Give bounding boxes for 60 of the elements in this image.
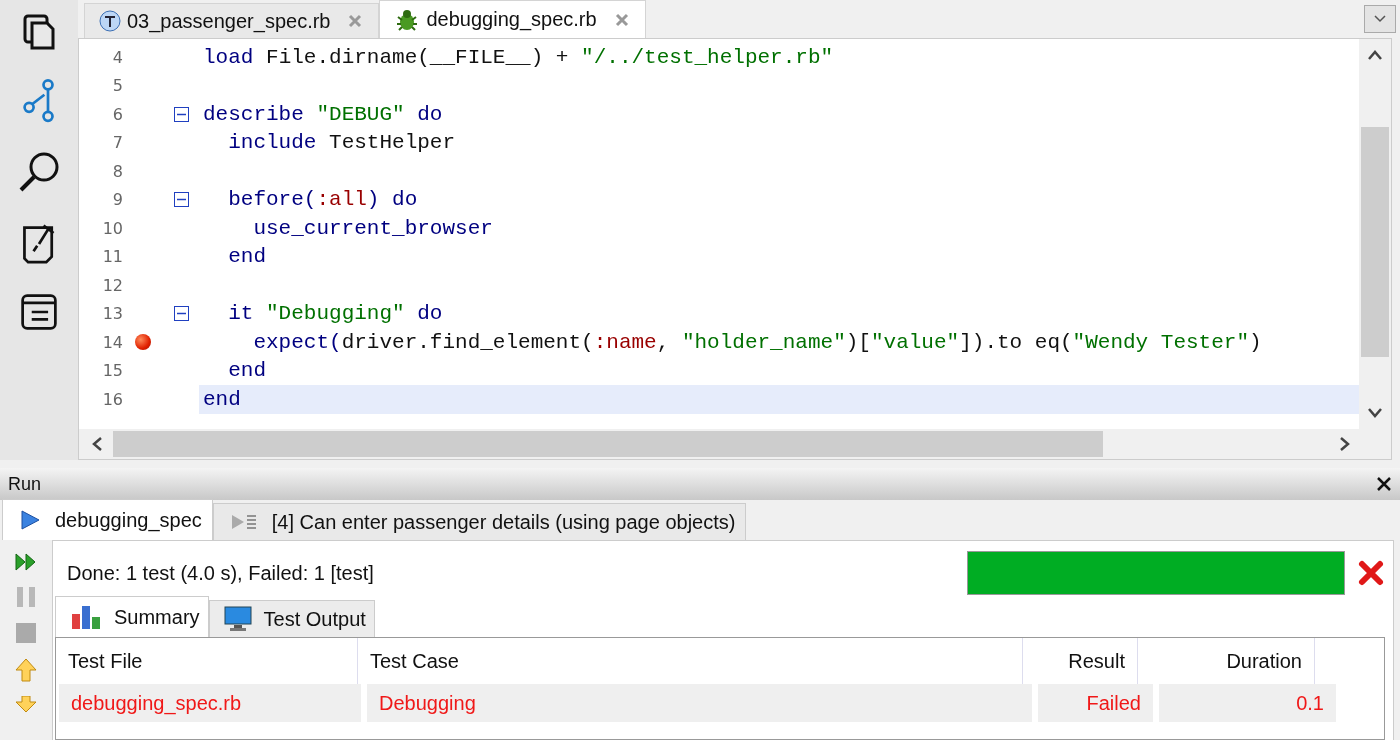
line-number: 6 [111, 104, 123, 124]
line-number: 13 [101, 304, 123, 324]
table-cell: 0.1 [1159, 684, 1336, 722]
line-number: 9 [111, 190, 123, 210]
code-line: end [227, 359, 266, 383]
code-line: use_current_browser [252, 216, 493, 240]
breakpoint-icon[interactable] [135, 334, 151, 351]
line-number: 10 [101, 218, 123, 238]
result-tab[interactable]: Test Output [208, 600, 375, 637]
run-status: Done: 1 test (4.0 s), Failed: 1 [test] [67, 561, 374, 585]
close-icon[interactable] [1376, 476, 1392, 492]
document-icon[interactable] [19, 292, 59, 332]
failure-x-icon [1357, 559, 1385, 587]
down-arrow-icon[interactable] [15, 696, 37, 712]
line-number: 15 [101, 361, 123, 381]
bar-chart-icon [70, 604, 102, 630]
fold-toggle-icon[interactable] [173, 106, 189, 122]
line-number: 5 [111, 76, 123, 96]
line-number: 8 [111, 161, 123, 181]
play-list-icon [229, 512, 258, 532]
table-cell: Failed [1038, 684, 1153, 722]
run-tab[interactable]: debugging_spec [2, 499, 213, 540]
code-line: it "Debugging" do [227, 302, 443, 326]
code-line: end [227, 245, 266, 269]
result-tab[interactable]: Summary [55, 596, 209, 637]
caret-icon [1373, 14, 1387, 24]
play-icon [19, 509, 41, 531]
fold-toggle-icon[interactable] [173, 306, 189, 322]
table-cell: Debugging [367, 684, 1032, 722]
tab-label: debugging_spec.rb [426, 8, 597, 31]
test-file-icon [99, 10, 121, 32]
tab-label: 03_passenger_spec.rb [127, 9, 331, 33]
search-icon[interactable] [17, 150, 61, 194]
branch-icon[interactable] [21, 78, 57, 124]
line-number: 11 [101, 247, 123, 267]
scroll-down-icon[interactable] [1367, 407, 1383, 419]
code-line: describe "DEBUG" do [203, 102, 443, 126]
line-number: 4 [111, 47, 123, 67]
fold-toggle-icon[interactable] [173, 192, 189, 208]
rerun-icon[interactable] [14, 552, 38, 572]
code-line: expect(driver.find_element(:name, "holder_name")["value"]).to eq("Wendy Tester") [252, 330, 1262, 354]
vertical-scrollbar[interactable] [1359, 39, 1391, 429]
code-line: before(:all) do [227, 188, 418, 212]
code-line: load File.dirname(__FILE__) + "/../test_helper.rb" [203, 45, 834, 69]
scroll-up-icon[interactable] [1367, 49, 1383, 61]
editor-tab[interactable]: debugging_spec.rb [379, 0, 646, 38]
code-line: end [203, 387, 241, 411]
line-number: 14 [101, 332, 123, 352]
run-tab[interactable]: [4] Can enter passenger details (using page objects) [212, 503, 747, 540]
monitor-icon [223, 606, 252, 632]
line-number: 12 [101, 275, 123, 295]
horizontal-scrollbar[interactable] [79, 429, 1391, 459]
editor-tab[interactable]: 03_passenger_spec.rb [84, 3, 380, 38]
line-number: 7 [111, 133, 123, 153]
code-line: include TestHelper [227, 131, 456, 155]
scroll-left-icon[interactable] [91, 436, 103, 452]
panel-title: Run [8, 473, 42, 495]
table-cell: debugging_spec.rb [59, 684, 361, 722]
scroll-right-icon[interactable] [1339, 436, 1351, 452]
line-number: 16 [101, 389, 123, 409]
